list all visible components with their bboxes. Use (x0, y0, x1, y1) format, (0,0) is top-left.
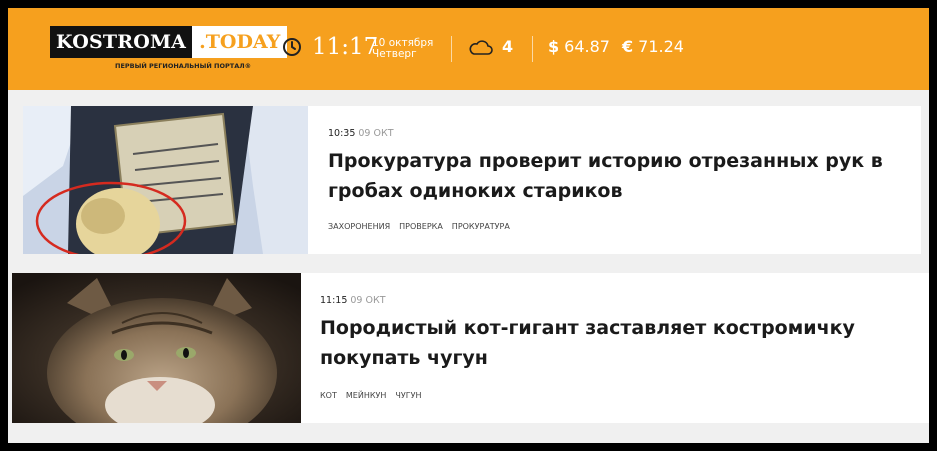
cloud-icon (469, 40, 493, 55)
news-tag[interactable]: ЧУГУН (395, 391, 421, 400)
header-divider (532, 36, 533, 62)
news-card[interactable]: 10:35 09 ОКТ Прокуратура проверит историю… (23, 106, 921, 254)
eur-rate: €71.24 (622, 37, 684, 56)
logo-tagline: ПЕРВЫЙ РЕГИОНАЛЬНЫЙ ПОРТАЛ® (115, 62, 252, 70)
current-time: 11:17 (312, 34, 379, 60)
news-date: 09 ОКТ (350, 295, 386, 306)
news-tag[interactable]: МЕЙНКУН (346, 391, 387, 400)
news-title[interactable]: Породистый кот-гигант заставляет костром… (320, 313, 880, 373)
page-frame: KOSTROMA .TODAY ПЕРВЫЙ РЕГИОНАЛЬНЫЙ ПОРТ… (8, 8, 929, 443)
news-image (12, 273, 301, 423)
news-meta: 10:35 09 ОКТ (328, 128, 394, 139)
news-thumbnail[interactable] (23, 106, 308, 254)
usd-rate-value: 64.87 (564, 37, 610, 56)
news-tag[interactable]: КОТ (320, 391, 337, 400)
news-image (23, 106, 308, 254)
news-tag[interactable]: ЗАХОРОНЕНИЯ (328, 222, 390, 231)
eur-rate-value: 71.24 (638, 37, 684, 56)
date-weekday: Четверг (372, 48, 417, 60)
logo-main-text: KOSTROMA (50, 26, 193, 58)
news-meta: 11:15 09 ОКТ (320, 295, 386, 306)
news-title[interactable]: Прокуратура проверит историю отрезанных … (328, 146, 888, 206)
euro-icon: € (622, 37, 634, 56)
news-tags: ЗАХОРОНЕНИЯ ПРОВЕРКА ПРОКУРАТУРА (328, 222, 519, 231)
news-tags: КОТ МЕЙНКУН ЧУГУН (320, 391, 431, 400)
header-divider (451, 36, 452, 62)
news-card[interactable]: 11:15 09 ОКТ Породистый кот-гигант застав… (12, 273, 929, 423)
news-date: 09 ОКТ (358, 128, 394, 139)
logo-today-text: .TODAY (192, 26, 288, 58)
current-date: 10 октября Четверг (372, 38, 433, 60)
news-tag[interactable]: ПРОВЕРКА (399, 222, 443, 231)
news-thumbnail[interactable] (12, 273, 301, 423)
news-time: 10:35 (328, 128, 356, 139)
dollar-icon: $ (548, 37, 560, 56)
news-time: 11:15 (320, 295, 348, 306)
weather-temperature: 4 (502, 37, 514, 56)
usd-rate: $64.87 (548, 37, 610, 56)
news-tag[interactable]: ПРОКУРАТУРА (452, 222, 510, 231)
site-logo[interactable]: KOSTROMA .TODAY (50, 26, 288, 58)
clock-icon (283, 38, 301, 56)
site-header: KOSTROMA .TODAY ПЕРВЫЙ РЕГИОНАЛЬНЫЙ ПОРТ… (8, 8, 929, 90)
